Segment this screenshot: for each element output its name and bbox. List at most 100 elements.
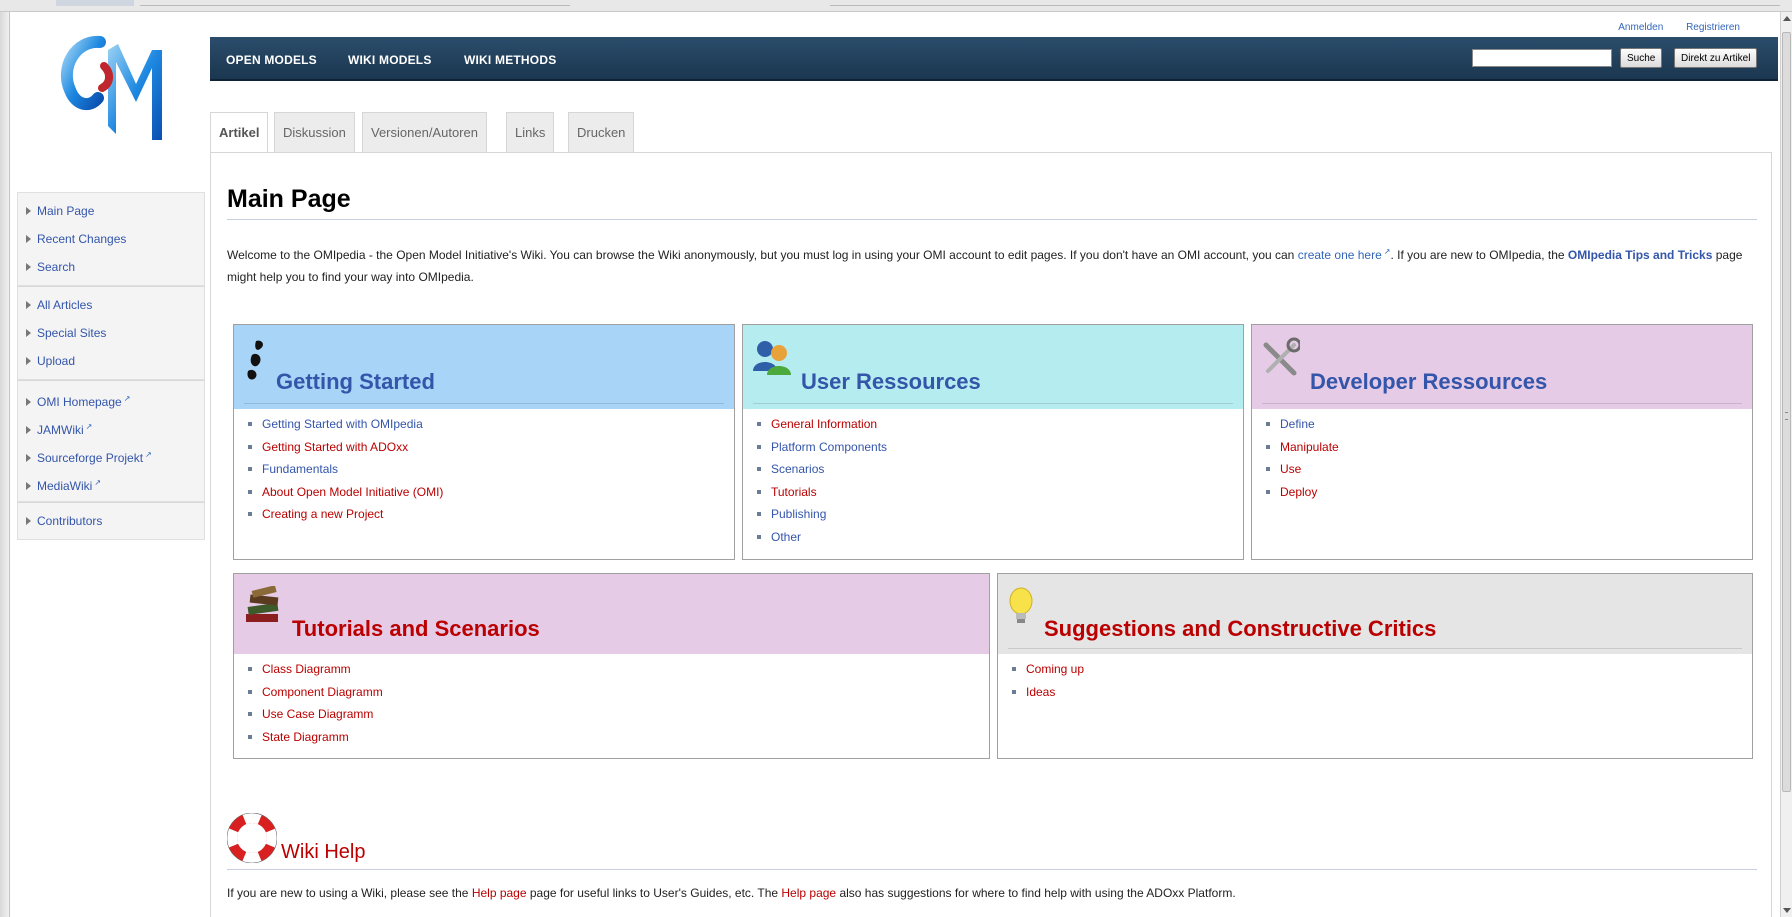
tutorials-title: Tutorials and Scenarios [292, 616, 540, 641]
list-item[interactable]: Scenarios [757, 458, 1243, 481]
help-page-link[interactable]: Help page [472, 886, 527, 900]
external-link-icon: ↗ [123, 394, 131, 403]
bullet-icon [248, 712, 252, 716]
header-divider [1008, 648, 1742, 649]
tab-links[interactable]: Links [506, 112, 555, 152]
bullet-icon [248, 667, 252, 671]
list-item[interactable]: Deploy [1266, 481, 1752, 504]
bullet-icon [757, 534, 761, 539]
list-item[interactable]: Fundamentals [248, 458, 734, 481]
omi-logo[interactable] [50, 28, 170, 153]
arrow-right-icon [26, 329, 31, 337]
tips-and-tricks-link[interactable]: OMIpedia Tips and Tricks [1568, 248, 1713, 262]
getting-started-box: Getting Started Getting Started with OMI… [233, 324, 735, 560]
list-item[interactable]: Define [1266, 413, 1752, 436]
arrow-right-icon [26, 454, 31, 462]
sidebar-item-mediawiki[interactable]: MediaWiki ↗ [18, 469, 204, 497]
user-resources-header: User Ressources [743, 325, 1243, 409]
arrow-right-icon [26, 301, 31, 309]
help-paragraph: If you are new to using a Wiki, please s… [227, 886, 1236, 900]
sidebar-item-recent-changes[interactable]: Recent Changes [18, 225, 204, 253]
tools-icon [1263, 337, 1300, 376]
developer-resources-title: Developer Ressources [1310, 369, 1548, 394]
register-link[interactable]: Registrieren [1686, 22, 1740, 33]
top-navigation-bar: OPEN MODELS WIKI MODELS WIKI METHODS Suc… [210, 37, 1778, 81]
sidebar-item-main-page[interactable]: Main Page [18, 197, 204, 225]
nav-open-models[interactable]: OPEN MODELS [226, 53, 317, 67]
list-item[interactable]: Component Diagramm [248, 681, 989, 704]
list-item[interactable]: Getting Started with ADOxx [248, 436, 734, 459]
list-item[interactable]: Manipulate [1266, 436, 1752, 459]
list-item[interactable]: State Diagramm [248, 726, 989, 749]
list-item[interactable]: About Open Model Initiative (OMI) [248, 481, 734, 504]
tab-print[interactable]: Drucken [568, 112, 635, 152]
list-item[interactable]: Other [757, 526, 1243, 549]
arrow-right-icon [26, 398, 31, 406]
sidebar-item-search[interactable]: Search [18, 253, 204, 281]
sidebar-item-upload[interactable]: Upload [18, 347, 204, 375]
sidebar-item-all-articles[interactable]: All Articles [18, 291, 204, 319]
user-resources-list: General Information Platform Components … [743, 409, 1243, 548]
sidebar-item-special-sites[interactable]: Special Sites [18, 319, 204, 347]
header-divider [1262, 403, 1742, 404]
page-title: Main Page [227, 185, 351, 213]
sidebar-item-omi-homepage[interactable]: OMI Homepage ↗ [18, 385, 204, 413]
list-item[interactable]: Getting Started with OMIpedia [248, 413, 734, 436]
intro-paragraph: Welcome to the OMIpedia - the Open Model… [227, 247, 1743, 284]
bullet-icon [1012, 689, 1016, 694]
bullet-icon [757, 489, 761, 494]
sidebar-tools: All Articles Special Sites Upload [17, 286, 205, 380]
search-button[interactable]: Suche [1620, 48, 1663, 68]
scroll-up-icon[interactable] [1783, 16, 1791, 21]
sidebar-item-sourceforge[interactable]: Sourceforge Projekt ↗ [18, 441, 204, 469]
header-divider [244, 403, 724, 404]
user-resources-title: User Ressources [801, 369, 981, 394]
suggestions-header: Suggestions and Constructive Critics [998, 574, 1752, 654]
tab-discussion[interactable]: Diskussion [274, 112, 355, 152]
go-to-article-button[interactable]: Direkt zu Artikel [1674, 48, 1758, 68]
suggestions-list: Coming up Ideas [998, 654, 1752, 703]
list-item[interactable]: Use [1266, 458, 1752, 481]
list-item[interactable]: Coming up [1012, 658, 1752, 681]
sidebar-item-contributors[interactable]: Contributors [18, 507, 204, 535]
bullet-icon [1012, 667, 1016, 671]
chrome-divider [140, 5, 570, 6]
arrow-right-icon [26, 235, 31, 243]
tab-versions-authors[interactable]: Versionen/Autoren [362, 112, 487, 152]
sidebar-external-links: OMI Homepage ↗ JAMWiki ↗ Sourceforge Proje… [17, 380, 205, 502]
login-link[interactable]: Anmelden [1618, 22, 1663, 33]
arrow-right-icon [26, 357, 31, 365]
nav-wiki-models[interactable]: WIKI MODELS [348, 53, 432, 67]
scroll-down-icon[interactable] [1783, 908, 1791, 913]
lifebuoy-icon [227, 813, 277, 863]
tutorials-header: Tutorials and Scenarios [234, 574, 989, 654]
help-page-link[interactable]: Help page [781, 886, 836, 900]
list-item[interactable]: Platform Components [757, 436, 1243, 459]
list-item[interactable]: Creating a new Project [248, 503, 734, 526]
list-item[interactable]: Use Case Diagramm [248, 703, 989, 726]
arrow-right-icon [26, 207, 31, 215]
arrow-right-icon [26, 517, 31, 525]
chrome-divider [830, 5, 1780, 6]
books-icon [246, 586, 279, 622]
help-divider [227, 869, 1757, 870]
list-item[interactable]: Ideas [1012, 681, 1752, 704]
search-input[interactable] [1472, 49, 1612, 67]
sidebar-community: Contributors [17, 502, 205, 540]
vertical-scrollbar[interactable] [1780, 12, 1792, 917]
tab-article[interactable]: Artikel [210, 112, 269, 153]
browser-tab[interactable] [56, 0, 134, 6]
bullet-icon [248, 689, 252, 694]
tutorials-list: Class Diagramm Component Diagramm Use Ca… [234, 654, 989, 748]
list-item[interactable]: Publishing [757, 503, 1243, 526]
sidebar-item-jamwiki[interactable]: JAMWiki ↗ [18, 413, 204, 441]
list-item[interactable]: General Information [757, 413, 1243, 436]
create-account-link[interactable]: create one here [1298, 248, 1382, 262]
title-divider [227, 219, 1757, 220]
arrow-right-icon [26, 482, 31, 490]
footsteps-icon [247, 340, 263, 380]
lightbulb-icon [1009, 587, 1033, 623]
list-item[interactable]: Tutorials [757, 481, 1243, 504]
list-item[interactable]: Class Diagramm [248, 658, 989, 681]
nav-wiki-methods[interactable]: WIKI METHODS [464, 53, 556, 67]
